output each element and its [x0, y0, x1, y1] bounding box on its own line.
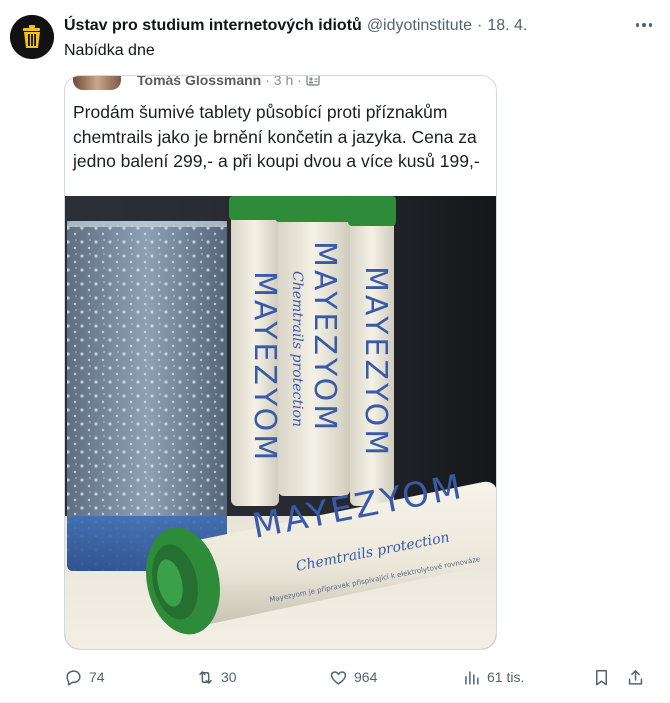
media-card[interactable]: Tomáš Glossmann · 3 h · Prodám šumivé ta…	[64, 75, 497, 650]
reply-button[interactable]: 74	[64, 664, 105, 690]
views-count: 61 tis.	[487, 669, 525, 685]
tweet-date[interactable]: 18. 4.	[487, 17, 527, 35]
repost-count: 30	[221, 669, 237, 685]
action-bar: 74 30 964 61 tis.	[64, 664, 656, 690]
bookmark-icon	[595, 669, 608, 685]
reply-count: 74	[89, 669, 105, 685]
author-handle[interactable]: @idyotinstitute	[367, 17, 472, 35]
bookmark-button[interactable]	[592, 664, 611, 690]
more-options-icon[interactable]	[632, 13, 656, 37]
embedded-post-text: Prodám šumivé tablety působící proti pří…	[73, 102, 480, 171]
embedded-author-name: Tomáš Glossmann	[137, 75, 262, 88]
embedded-avatar	[73, 76, 121, 90]
like-count: 964	[354, 669, 378, 685]
views-button[interactable]: 61 tis.	[462, 664, 524, 690]
share-button[interactable]	[626, 664, 645, 690]
embedded-post-header: Tomáš Glossmann · 3 h ·	[65, 76, 496, 94]
embedded-post-meta: · 3 h ·	[265, 75, 302, 88]
repost-icon	[199, 670, 212, 684]
heart-icon	[330, 670, 347, 685]
tube-back-1: MAYEZYOM	[229, 196, 282, 506]
tube-brand-text: MAYEZYOM	[247, 271, 282, 463]
avatar[interactable]	[10, 15, 54, 59]
tweet[interactable]: Ústav pro studium internetových idiotů @…	[0, 0, 670, 703]
author-name[interactable]: Ústav pro studium internetových idiotů	[64, 17, 362, 35]
product-photo: MAYEZYOM MAYEZYOM Chemtrails protection …	[65, 196, 496, 649]
tube-back-2: MAYEZYOM Chemtrails protection	[275, 196, 353, 496]
views-icon	[465, 670, 479, 685]
reply-icon	[66, 669, 81, 686]
tube-brand-text: MAYEZYOM	[358, 266, 393, 458]
tube-back-3: MAYEZYOM	[348, 196, 396, 506]
tweet-text: Nabídka dne	[64, 42, 155, 59]
like-button[interactable]: 964	[329, 664, 377, 690]
tweet-header: Ústav pro studium internetových idiotů @…	[64, 15, 527, 37]
trash-bin-icon	[10, 15, 54, 59]
friends-icon	[306, 76, 320, 86]
share-icon	[628, 669, 643, 685]
product-photo-illustration: MAYEZYOM MAYEZYOM Chemtrails protection …	[65, 196, 496, 649]
repost-button[interactable]: 30	[196, 664, 237, 690]
tube-brand-text: MAYEZYOM	[307, 241, 342, 433]
separator: ·	[477, 17, 483, 34]
tube-subtitle-text: Chemtrails protection	[289, 271, 305, 427]
